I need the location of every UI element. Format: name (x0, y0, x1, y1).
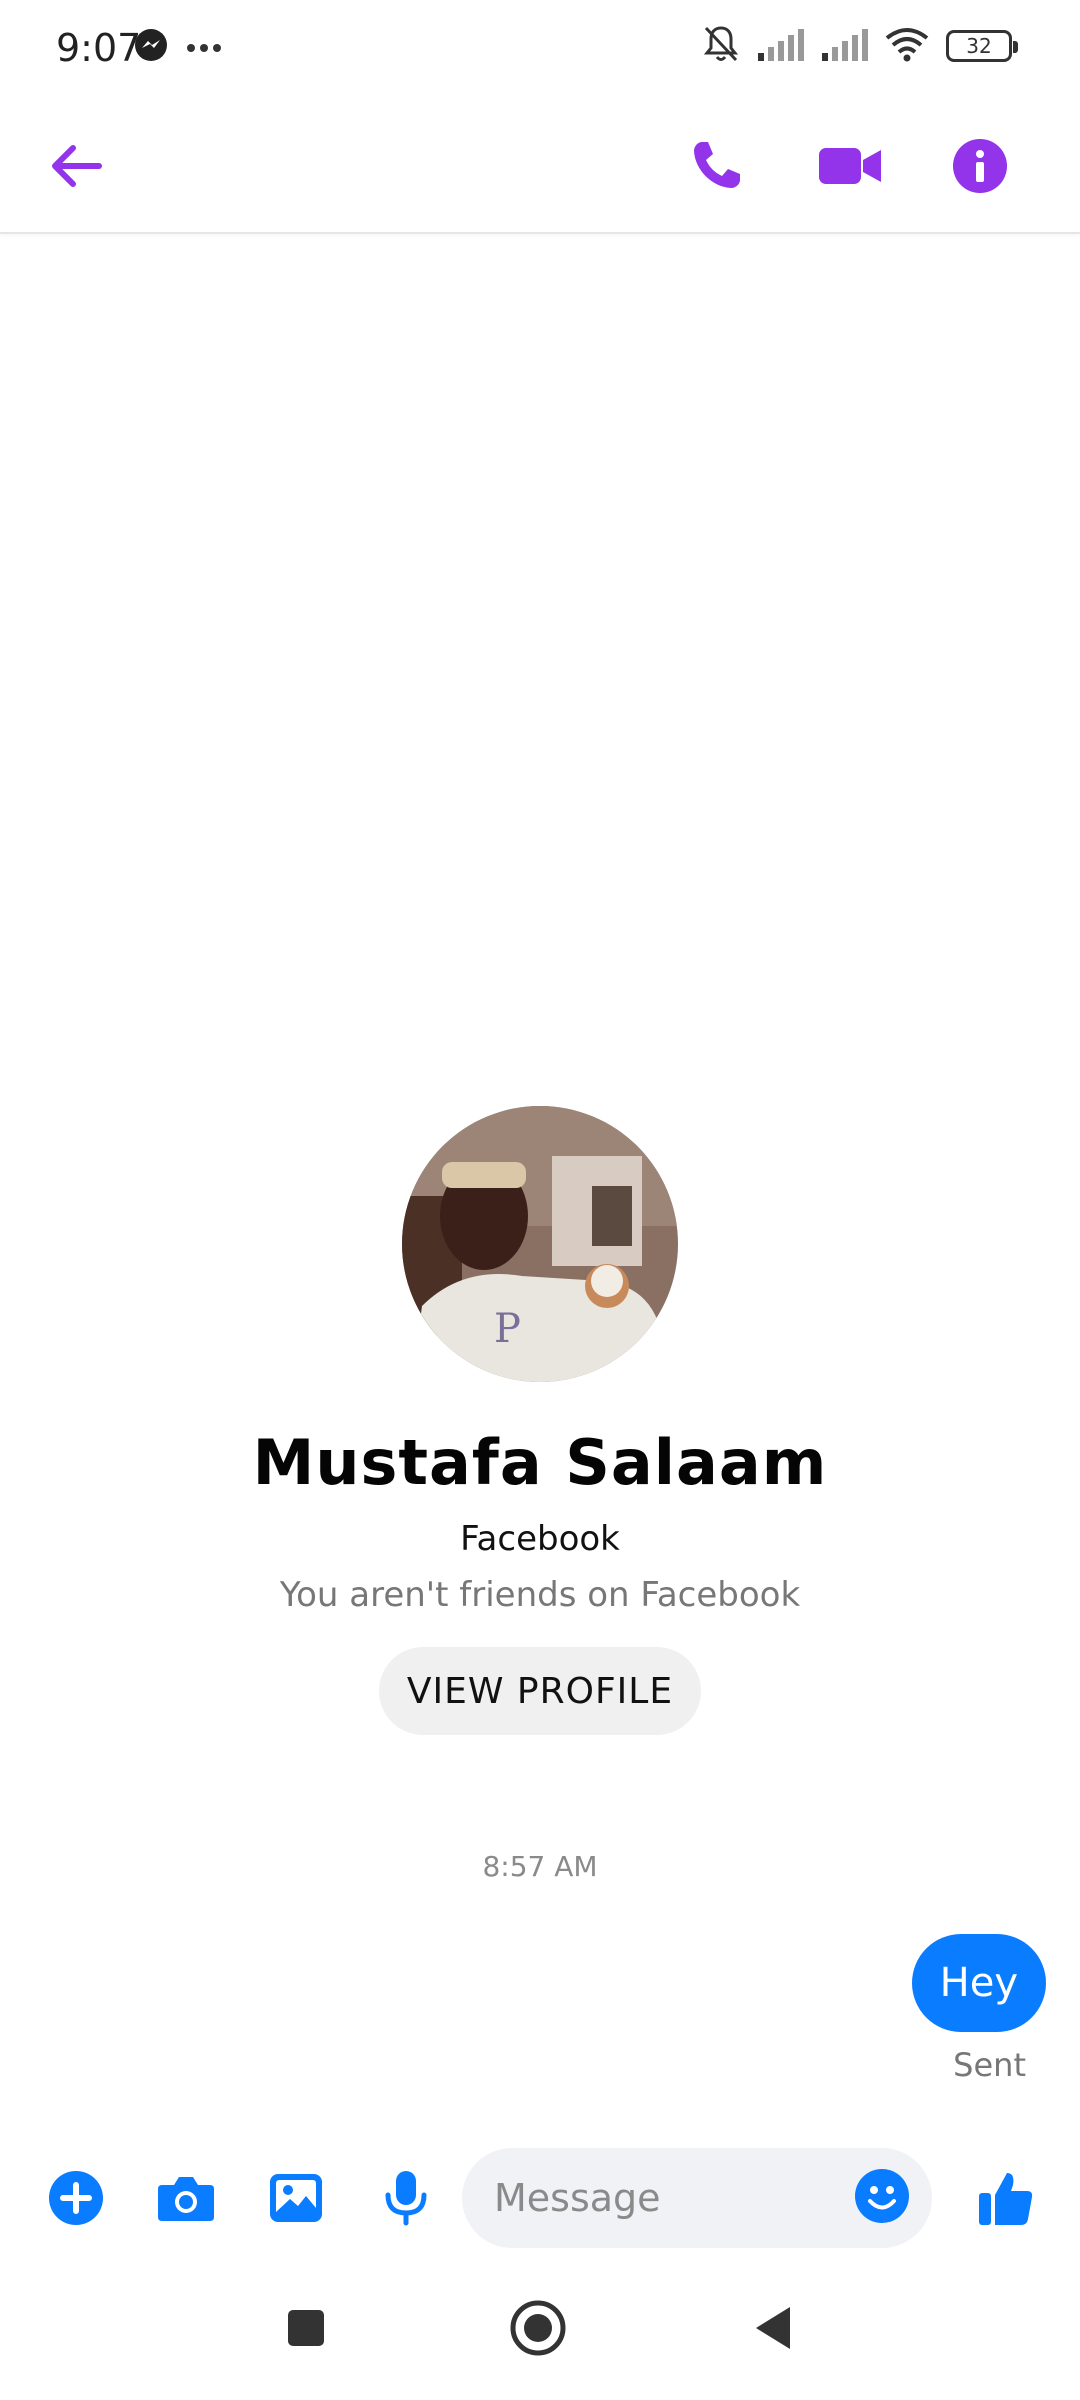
message-timestamp: 8:57 AM (482, 1850, 598, 1883)
emoji-button[interactable] (850, 2166, 914, 2230)
status-bar: 9:07 32 (0, 0, 1080, 100)
app-bar (0, 100, 1080, 234)
avatar-photo: P (402, 1106, 678, 1382)
message-status: Sent (953, 2046, 1026, 2084)
like-button[interactable] (966, 2160, 1046, 2240)
thumbs-up-icon (977, 2169, 1035, 2231)
status-right-icons: 32 (702, 24, 1018, 68)
message-composer (0, 2140, 1080, 2260)
plus-icon (48, 2170, 104, 2230)
system-navigation-bar (0, 2260, 1080, 2400)
message-input[interactable] (494, 2148, 824, 2248)
contact-profile-header: P Mustafa Salaam Facebook You aren't fri… (0, 1106, 1080, 1735)
status-left-icons (134, 28, 222, 66)
message-input-container (462, 2148, 932, 2248)
camera-button[interactable] (146, 2160, 226, 2240)
camera-icon (156, 2173, 216, 2227)
battery-level: 32 (966, 34, 992, 58)
video-camera-icon (817, 144, 883, 192)
video-call-button[interactable] (810, 128, 890, 208)
view-profile-button[interactable]: VIEW PROFILE (379, 1647, 701, 1735)
status-time: 9:07 (56, 26, 142, 70)
svg-text:P: P (494, 1306, 521, 1352)
messenger-icon (134, 28, 168, 66)
back-arrow-icon (49, 143, 103, 193)
gallery-button[interactable] (256, 2160, 336, 2240)
contact-platform: Facebook (460, 1519, 620, 1559)
voice-call-button[interactable] (676, 128, 756, 208)
info-button[interactable] (940, 128, 1020, 208)
signal-icon (820, 27, 868, 65)
voice-message-button[interactable] (366, 2160, 446, 2240)
home-circle-icon (509, 2299, 567, 2361)
battery-icon: 32 (946, 30, 1018, 62)
gallery-icon (268, 2172, 324, 2228)
back-button[interactable] (36, 128, 116, 208)
phone-icon (688, 138, 744, 198)
more-actions-button[interactable] (36, 2160, 116, 2240)
microphone-icon (384, 2169, 428, 2231)
emoji-icon (854, 2168, 910, 2228)
wifi-icon (884, 26, 930, 66)
avatar[interactable]: P (402, 1106, 678, 1382)
mute-bell-icon (702, 24, 740, 68)
info-icon (952, 138, 1008, 198)
signal-icon (756, 27, 804, 65)
recents-square-icon (286, 2308, 326, 2352)
recents-button[interactable] (262, 2286, 350, 2374)
back-nav-button[interactable] (728, 2286, 816, 2374)
contact-name: Mustafa Salaam (252, 1426, 828, 1499)
friendship-status: You aren't friends on Facebook (279, 1575, 801, 1615)
more-dots-icon (186, 38, 222, 57)
back-triangle-icon (752, 2305, 792, 2355)
home-button[interactable] (494, 2286, 582, 2374)
outgoing-message-bubble[interactable]: Hey (911, 1934, 1046, 2032)
